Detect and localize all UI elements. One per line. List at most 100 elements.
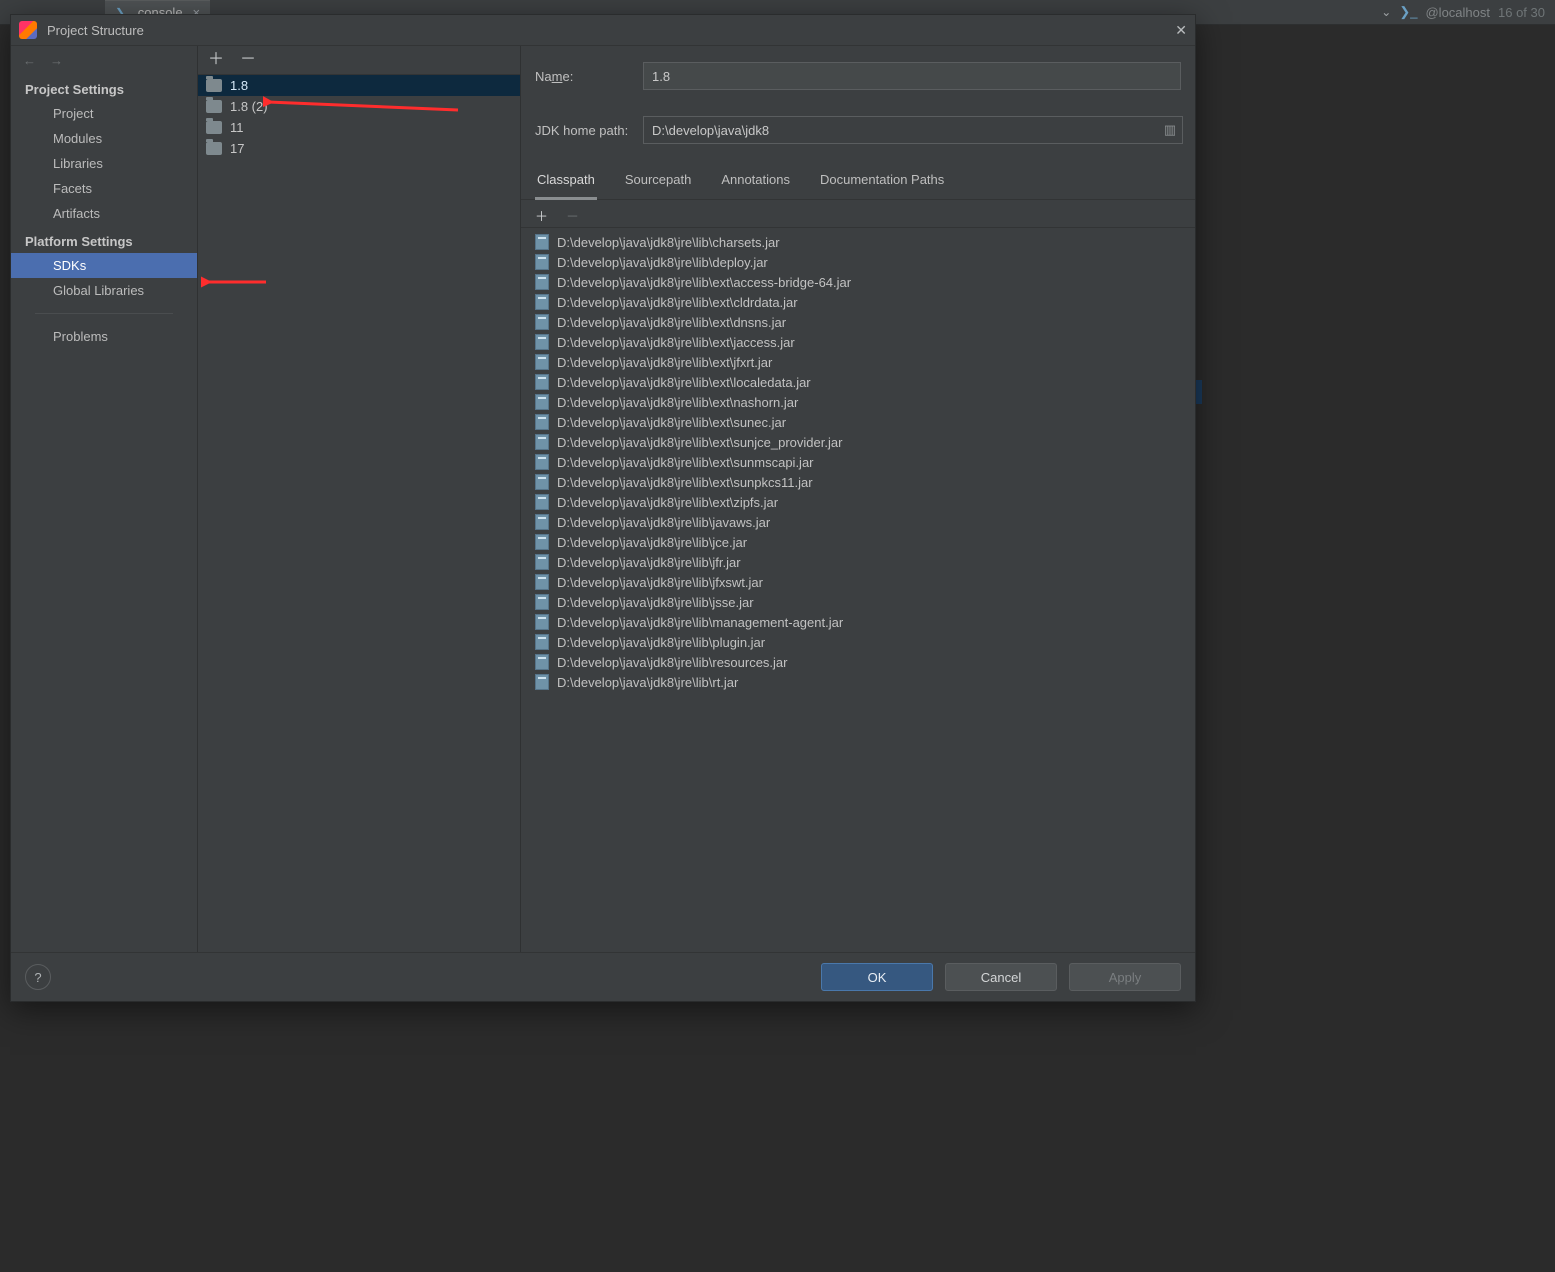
settings-nav: ← → Project Settings Project Modules Lib… [11, 46, 198, 954]
sdk-item[interactable]: 1.8 [198, 75, 520, 96]
jar-icon [535, 674, 549, 690]
nav-forward-button[interactable]: → [50, 53, 63, 68]
jar-icon [535, 574, 549, 590]
sdk-list-panel: ＋ － 1.8 1.8 (2) 11 17 [198, 46, 521, 954]
jar-icon [535, 454, 549, 470]
nav-global-libraries[interactable]: Global Libraries [11, 278, 197, 303]
sdk-tabs: Classpath Sourcepath Annotations Documen… [521, 164, 1195, 200]
sdk-path-value: D:\develop\java\jdk8 [652, 123, 769, 138]
dialog-title: Project Structure [47, 23, 144, 38]
classpath-item-label: D:\develop\java\jdk8\jre\lib\deploy.jar [557, 255, 768, 270]
apply-button[interactable]: Apply [1069, 963, 1181, 991]
classpath-item[interactable]: D:\develop\java\jdk8\jre\lib\ext\access-… [521, 272, 1195, 292]
add-classpath-button[interactable]: ＋ [535, 206, 548, 225]
app-logo-icon [19, 21, 37, 39]
db-row-count: 16 of 30 [1498, 5, 1545, 20]
sdk-item[interactable]: 1.8 (2) [198, 96, 520, 117]
cancel-button[interactable]: Cancel [945, 963, 1057, 991]
jar-icon [535, 534, 549, 550]
classpath-item-label: D:\develop\java\jdk8\jre\lib\ext\jaccess… [557, 335, 795, 350]
classpath-item[interactable]: D:\develop\java\jdk8\jre\lib\jsse.jar [521, 592, 1195, 612]
classpath-item-label: D:\develop\java\jdk8\jre\lib\jce.jar [557, 535, 747, 550]
classpath-item[interactable]: D:\develop\java\jdk8\jre\lib\ext\cldrdat… [521, 292, 1195, 312]
classpath-item[interactable]: D:\develop\java\jdk8\jre\lib\jfxswt.jar [521, 572, 1195, 592]
database-icon: ❯_ [1399, 4, 1417, 20]
classpath-item[interactable]: D:\develop\java\jdk8\jre\lib\ext\dnsns.j… [521, 312, 1195, 332]
jar-icon [535, 314, 549, 330]
classpath-list[interactable]: D:\develop\java\jdk8\jre\lib\charsets.ja… [521, 228, 1195, 954]
add-sdk-button[interactable]: ＋ [208, 52, 224, 68]
classpath-item-label: D:\develop\java\jdk8\jre\lib\jsse.jar [557, 595, 754, 610]
sdk-path-input[interactable]: D:\develop\java\jdk8 [643, 116, 1183, 144]
nav-libraries[interactable]: Libraries [11, 151, 197, 176]
section-platform-settings: Platform Settings [11, 226, 197, 253]
classpath-item[interactable]: D:\develop\java\jdk8\jre\lib\javaws.jar [521, 512, 1195, 532]
classpath-item[interactable]: D:\develop\java\jdk8\jre\lib\ext\jfxrt.j… [521, 352, 1195, 372]
classpath-item[interactable]: D:\develop\java\jdk8\jre\lib\rt.jar [521, 672, 1195, 692]
classpath-item[interactable]: D:\develop\java\jdk8\jre\lib\management-… [521, 612, 1195, 632]
db-host-label: @localhost [1425, 5, 1490, 20]
sdk-item[interactable]: 11 [198, 117, 520, 138]
nav-artifacts[interactable]: Artifacts [11, 201, 197, 226]
jar-icon [535, 274, 549, 290]
classpath-item-label: D:\develop\java\jdk8\jre\lib\javaws.jar [557, 515, 770, 530]
nav-facets[interactable]: Facets [11, 176, 197, 201]
name-label: Name: [535, 69, 643, 84]
dialog-titlebar[interactable]: Project Structure ✕ [11, 15, 1195, 46]
jar-icon [535, 234, 549, 250]
sdk-name-input[interactable]: 1.8 [643, 62, 1181, 90]
nav-separator [35, 313, 173, 314]
sdk-item-label: 1.8 [230, 78, 248, 93]
classpath-item-label: D:\develop\java\jdk8\jre\lib\plugin.jar [557, 635, 765, 650]
chevron-down-icon[interactable]: ⌄ [1381, 5, 1391, 19]
classpath-item[interactable]: D:\develop\java\jdk8\jre\lib\charsets.ja… [521, 232, 1195, 252]
tab-documentation-paths[interactable]: Documentation Paths [818, 164, 946, 199]
jar-icon [535, 554, 549, 570]
classpath-item[interactable]: D:\develop\java\jdk8\jre\lib\ext\zipfs.j… [521, 492, 1195, 512]
tab-classpath[interactable]: Classpath [535, 164, 597, 200]
nav-back-button[interactable]: ← [23, 53, 36, 68]
sdk-detail-panel: Name: 1.8 JDK home path: D:\develop\java… [521, 46, 1195, 954]
classpath-item-label: D:\develop\java\jdk8\jre\lib\jfxswt.jar [557, 575, 763, 590]
classpath-item[interactable]: D:\develop\java\jdk8\jre\lib\jce.jar [521, 532, 1195, 552]
tab-sourcepath[interactable]: Sourcepath [623, 164, 694, 199]
classpath-item-label: D:\develop\java\jdk8\jre\lib\ext\cldrdat… [557, 295, 798, 310]
classpath-item-label: D:\develop\java\jdk8\jre\lib\jfr.jar [557, 555, 741, 570]
nav-project[interactable]: Project [11, 101, 197, 126]
classpath-item-label: D:\develop\java\jdk8\jre\lib\ext\nashorn… [557, 395, 798, 410]
classpath-item[interactable]: D:\develop\java\jdk8\jre\lib\ext\sunpkcs… [521, 472, 1195, 492]
tab-annotations[interactable]: Annotations [719, 164, 792, 199]
jar-icon [535, 254, 549, 270]
sdk-item[interactable]: 17 [198, 138, 520, 159]
remove-classpath-button[interactable]: － [566, 206, 579, 225]
classpath-item[interactable]: D:\develop\java\jdk8\jre\lib\ext\sunmsca… [521, 452, 1195, 472]
jar-icon [535, 474, 549, 490]
classpath-item[interactable]: D:\develop\java\jdk8\jre\lib\ext\sunjce_… [521, 432, 1195, 452]
classpath-item[interactable]: D:\develop\java\jdk8\jre\lib\ext\jaccess… [521, 332, 1195, 352]
classpath-item[interactable]: D:\develop\java\jdk8\jre\lib\plugin.jar [521, 632, 1195, 652]
jar-icon [535, 614, 549, 630]
dialog-close-button[interactable]: ✕ [1175, 22, 1187, 39]
nav-problems[interactable]: Problems [11, 324, 197, 349]
help-button[interactable]: ? [25, 964, 51, 990]
nav-sdks[interactable]: SDKs [11, 253, 197, 278]
classpath-item[interactable]: D:\develop\java\jdk8\jre\lib\ext\nashorn… [521, 392, 1195, 412]
classpath-item-label: D:\develop\java\jdk8\jre\lib\ext\sunpkcs… [557, 475, 813, 490]
jar-icon [535, 634, 549, 650]
classpath-item[interactable]: D:\develop\java\jdk8\jre\lib\deploy.jar [521, 252, 1195, 272]
classpath-item[interactable]: D:\develop\java\jdk8\jre\lib\resources.j… [521, 652, 1195, 672]
jar-icon [535, 414, 549, 430]
nav-modules[interactable]: Modules [11, 126, 197, 151]
section-project-settings: Project Settings [11, 74, 197, 101]
sdk-item-label: 11 [230, 120, 244, 135]
ok-button[interactable]: OK [821, 963, 933, 991]
project-structure-dialog: Project Structure ✕ ← → Project Settings… [10, 14, 1196, 1002]
db-session-indicator[interactable]: ⌄ ❯_ @localhost 16 of 30 [1381, 0, 1545, 24]
classpath-item-label: D:\develop\java\jdk8\jre\lib\ext\jfxrt.j… [557, 355, 772, 370]
jar-icon [535, 354, 549, 370]
remove-sdk-button[interactable]: － [240, 52, 256, 68]
classpath-item[interactable]: D:\develop\java\jdk8\jre\lib\jfr.jar [521, 552, 1195, 572]
classpath-item[interactable]: D:\develop\java\jdk8\jre\lib\ext\localed… [521, 372, 1195, 392]
jar-icon [535, 334, 549, 350]
classpath-item[interactable]: D:\develop\java\jdk8\jre\lib\ext\sunec.j… [521, 412, 1195, 432]
